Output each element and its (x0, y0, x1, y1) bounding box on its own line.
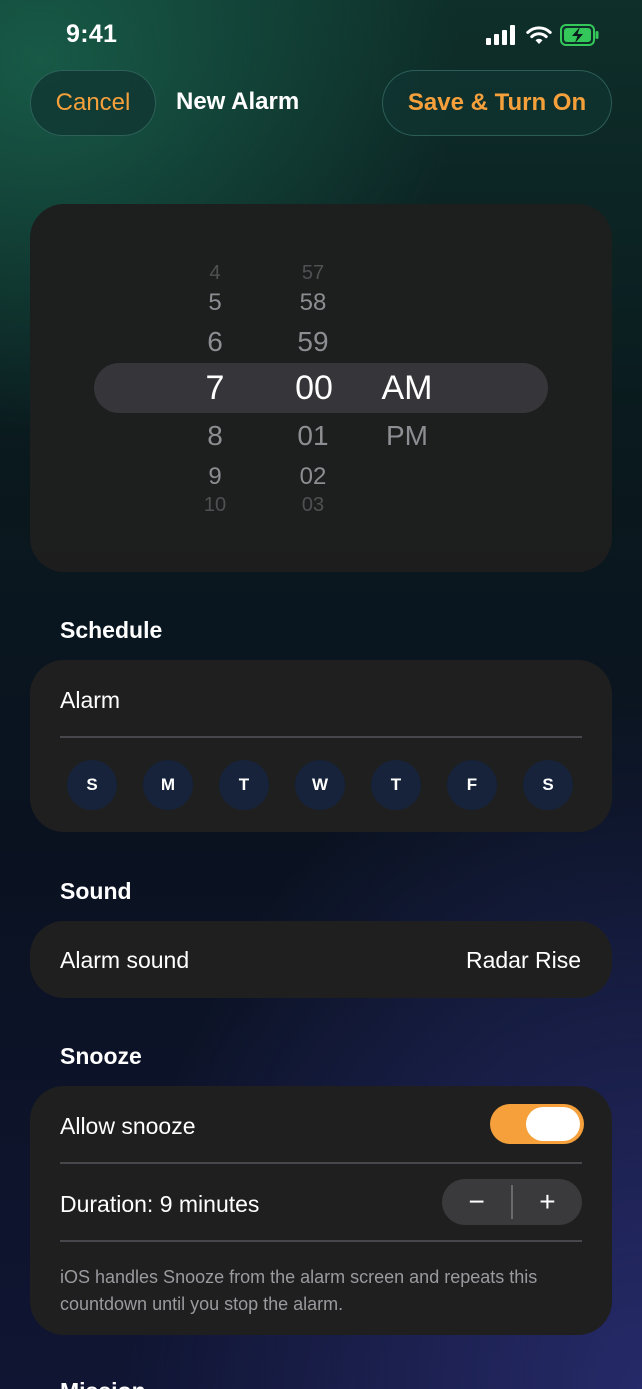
wifi-icon (526, 26, 552, 44)
hour-option[interactable]: 5 (200, 289, 230, 317)
divider (60, 1162, 582, 1164)
minute-option[interactable]: 03 (290, 494, 336, 517)
day-monday[interactable]: M (143, 760, 193, 810)
allow-snooze-label: Allow snooze (60, 1113, 196, 1139)
minute-option[interactable]: 57 (290, 262, 336, 285)
sound-section-title: Sound (60, 878, 132, 904)
cancel-button[interactable]: Cancel (30, 70, 156, 136)
save-and-turn-on-button[interactable]: Save & Turn On (382, 70, 612, 136)
snooze-duration-stepper[interactable]: − + (442, 1179, 582, 1225)
alarm-label[interactable]: Alarm (60, 687, 120, 714)
hour-option[interactable]: 9 (200, 463, 230, 491)
schedule-section-title: Schedule (60, 617, 163, 643)
divider (60, 736, 582, 738)
day-friday[interactable]: F (447, 760, 497, 810)
divider (60, 1240, 582, 1242)
status-time: 9:41 (66, 20, 118, 48)
hour-option[interactable]: 4 (200, 262, 230, 285)
day-thursday[interactable]: T (371, 760, 421, 810)
minute-option[interactable]: 01 (288, 420, 338, 452)
alarm-sound-value: Radar Rise (465, 947, 581, 973)
day-saturday[interactable]: S (523, 760, 573, 810)
alarm-sound-label: Alarm sound (60, 947, 190, 973)
allow-snooze-toggle[interactable] (490, 1104, 584, 1144)
battery-charging-icon (560, 24, 599, 46)
mission-section-title: Mission (60, 1378, 146, 1389)
page-title: New Alarm (176, 88, 300, 115)
snooze-section-title: Snooze (60, 1043, 142, 1069)
decrement-button[interactable]: − (442, 1179, 511, 1225)
minute-selected[interactable]: 00 (284, 369, 344, 408)
increment-button[interactable]: + (513, 1179, 582, 1225)
snooze-card: Allow snooze Duration: 9 minutes − + iOS… (30, 1086, 612, 1335)
minute-option[interactable]: 02 (290, 463, 336, 491)
alarm-sound-row[interactable]: Alarm sound Radar Rise (30, 921, 612, 998)
hour-selected[interactable]: 7 (198, 369, 232, 408)
cellular-signal-icon (486, 25, 515, 45)
day-tuesday[interactable]: T (219, 760, 269, 810)
minute-option[interactable]: 58 (290, 289, 336, 317)
toggle-knob (526, 1107, 580, 1141)
minute-option[interactable]: 59 (288, 326, 338, 358)
snooze-footnote: iOS handles Snooze from the alarm screen… (60, 1267, 538, 1314)
snooze-duration-label: Duration: 9 minutes (60, 1191, 260, 1217)
hour-option[interactable]: 6 (200, 326, 230, 358)
day-wednesday[interactable]: W (295, 760, 345, 810)
period-option[interactable]: PM (378, 420, 436, 452)
schedule-card: Alarm S M T W T F S (30, 660, 612, 832)
nav-bar: Cancel New Alarm Save & Turn On (30, 70, 612, 136)
time-picker[interactable]: 4 5 6 7 8 9 10 57 58 59 00 01 02 03 AM P… (30, 204, 612, 572)
hour-option[interactable]: 8 (200, 420, 230, 452)
status-icons (486, 24, 600, 46)
hour-option[interactable]: 10 (192, 494, 238, 517)
day-sunday[interactable]: S (67, 760, 117, 810)
period-selected[interactable]: AM (376, 369, 438, 408)
status-bar: 9:41 (0, 0, 642, 72)
